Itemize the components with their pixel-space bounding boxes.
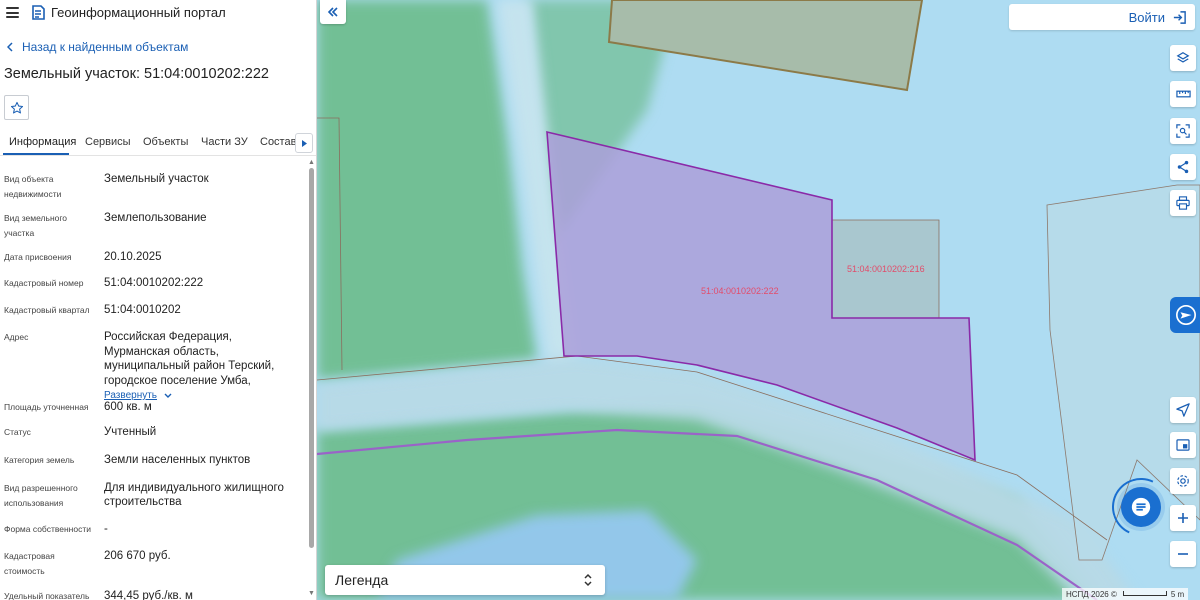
- info-label: Кадастровый номер: [4, 278, 84, 288]
- tab-bar: Информация Сервисы Объекты Части ЗУ Сост…: [0, 130, 316, 156]
- panel-scrollbar-thumb[interactable]: [309, 168, 314, 548]
- chat-assistant-button[interactable]: [1121, 487, 1161, 527]
- portal-title: Геоинформационный портал: [51, 5, 226, 20]
- info-value: Землепользование: [104, 212, 207, 224]
- info-label: Площадь уточненная: [4, 402, 89, 412]
- locate-icon: [1176, 403, 1190, 417]
- print-button[interactable]: [1170, 190, 1196, 216]
- info-value: Учтенный: [104, 426, 157, 438]
- info-label: Вид земельного участка: [4, 213, 68, 238]
- info-value: -: [104, 523, 108, 535]
- star-icon: [10, 101, 23, 113]
- top-bar: Геоинформационный портал: [0, 0, 316, 25]
- info-label: Форма собственности: [4, 524, 91, 534]
- chevron-updown-icon: [584, 573, 592, 587]
- info-label: Дата присвоения: [4, 252, 72, 262]
- tab-information[interactable]: Информация: [9, 136, 76, 148]
- tab-parcel-parts[interactable]: Части ЗУ: [201, 136, 248, 148]
- info-label: Вид разрешенного использования: [4, 483, 78, 508]
- active-tab-indicator: [3, 153, 69, 155]
- object-title: Земельный участок: 51:04:0010202:222: [4, 66, 269, 82]
- chevron-left-icon: [7, 42, 13, 52]
- layers-button[interactable]: [1170, 45, 1196, 71]
- info-value: 20.10.2025: [104, 251, 162, 263]
- feedback-tab-button[interactable]: [1170, 297, 1200, 333]
- zoom-in-icon: [1178, 513, 1188, 523]
- geolocation-button[interactable]: [1170, 468, 1196, 494]
- scale-bar: [1122, 590, 1167, 596]
- info-value: 344,45 руб./кв. м: [104, 590, 193, 600]
- tab-services[interactable]: Сервисы: [85, 136, 131, 148]
- info-value: Для индивидуального жилищного строительс…: [104, 482, 284, 508]
- message-flag-icon: [1176, 305, 1196, 325]
- attribution-text: НСПД 2026 ©: [1066, 589, 1117, 599]
- info-panel: Геоинформационный портал Назад к найденн…: [0, 0, 317, 600]
- info-label: Кадастровый квартал: [4, 305, 90, 315]
- map-layer[interactable]: 51:04:0010202:222 51:04:0010202:216: [317, 0, 1200, 600]
- portal-logo-icon: [32, 5, 45, 20]
- select-area-button[interactable]: [1170, 118, 1196, 144]
- info-label: Удельный показатель: [4, 591, 90, 600]
- address-text: Российская Федерация, Мурманская область…: [104, 331, 275, 387]
- info-value: 51:04:0010202:222: [104, 277, 204, 289]
- scroll-up-arrow[interactable]: ▲: [308, 159, 315, 166]
- tab-objects[interactable]: Объекты: [143, 136, 188, 148]
- zoom-out-icon: [1178, 553, 1188, 555]
- double-chevron-left-icon: [327, 7, 338, 17]
- measure-button[interactable]: [1170, 81, 1196, 107]
- info-value: 600 кв. м: [104, 401, 152, 413]
- info-label: Вид объекта недвижимости: [4, 174, 62, 199]
- menu-icon[interactable]: [6, 7, 19, 18]
- map-canvas[interactable]: 51:04:0010202:222 51:04:0010202:216: [317, 0, 1200, 600]
- info-value: 51:04:0010202: [104, 304, 181, 316]
- back-to-results-link[interactable]: Назад к найденным объектам: [7, 40, 188, 54]
- locate-button[interactable]: [1170, 397, 1196, 423]
- login-label: Войти: [1128, 9, 1165, 25]
- tab-composition[interactable]: Состав: [260, 136, 296, 148]
- minimap-icon: [1176, 439, 1190, 451]
- zoom-out-button[interactable]: [1170, 541, 1196, 567]
- chevron-right-icon: [301, 139, 307, 147]
- tabs-scroll-right-button[interactable]: [295, 133, 313, 153]
- print-icon: [1176, 196, 1190, 210]
- parcel-main-label: 51:04:0010202:222: [701, 286, 779, 296]
- info-label: Категория земель: [4, 455, 75, 465]
- info-label: Адрес: [4, 332, 29, 342]
- share-button[interactable]: [1170, 154, 1196, 180]
- layers-icon: [1176, 52, 1190, 63]
- select-area-icon: [1176, 124, 1190, 138]
- back-link-label: Назад к найденным объектам: [22, 40, 189, 54]
- info-label: Статус: [4, 427, 31, 437]
- share-icon: [1177, 160, 1189, 174]
- login-button[interactable]: Войти: [1009, 4, 1195, 30]
- legend-label: Легенда: [335, 572, 389, 588]
- geolocation-icon: [1177, 475, 1189, 487]
- info-value: 206 670 руб.: [104, 550, 171, 562]
- ruler-icon: [1175, 90, 1191, 98]
- parcel-side-label: 51:04:0010202:216: [847, 264, 925, 274]
- scale-label: 5 m: [1170, 589, 1185, 599]
- info-value: Земельный участок: [104, 173, 209, 185]
- collapse-panel-button[interactable]: [320, 0, 346, 24]
- legend-dropdown[interactable]: Легенда: [325, 565, 605, 595]
- favorite-button[interactable]: [4, 95, 29, 120]
- info-value: Земли населенных пунктов: [104, 454, 251, 466]
- zoom-in-button[interactable]: [1170, 505, 1196, 531]
- login-icon: [1173, 10, 1186, 24]
- minimap-button[interactable]: [1170, 432, 1196, 458]
- map-attribution: НСПД 2026 © 5 m: [1062, 588, 1189, 600]
- chat-icon: [1131, 497, 1151, 517]
- info-label: Кадастровая стоимость: [4, 551, 55, 576]
- scroll-down-arrow[interactable]: ▼: [308, 590, 315, 597]
- info-value: Российская Федерация, Мурманская область…: [104, 330, 299, 404]
